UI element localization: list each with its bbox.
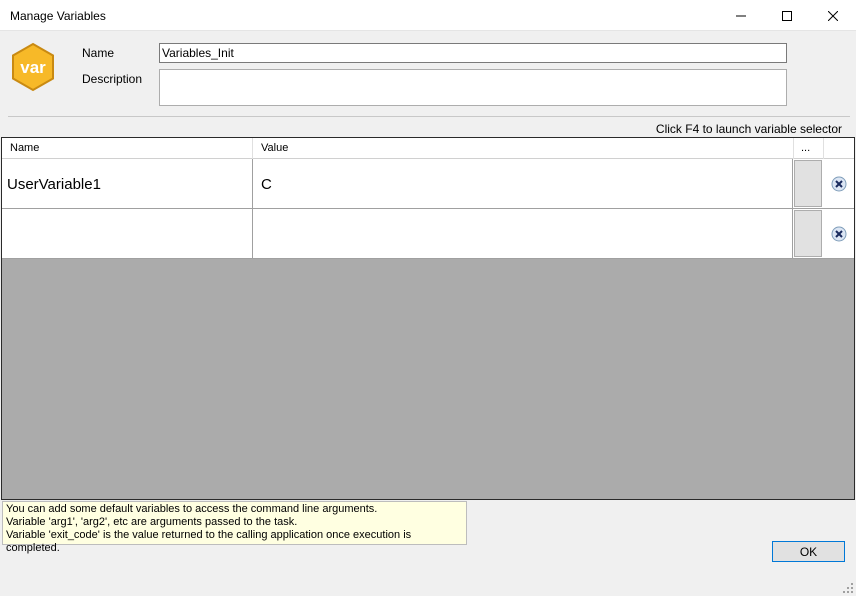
variable-selector-button[interactable] <box>794 210 822 257</box>
variable-name-cell[interactable] <box>2 209 253 258</box>
name-input[interactable] <box>159 43 787 63</box>
variable-value-cell[interactable]: C <box>253 159 793 208</box>
f4-hint: Click F4 to launch variable selector <box>655 122 842 136</box>
delete-icon <box>831 176 847 191</box>
grid-header: Name Value ... <box>2 138 854 159</box>
maximize-button[interactable] <box>764 0 810 31</box>
column-header-selector[interactable]: ... <box>794 138 824 159</box>
delete-icon <box>831 226 847 241</box>
table-row[interactable]: UserVariable1 C <box>2 159 854 209</box>
separator <box>8 116 850 117</box>
variable-name-cell[interactable]: UserVariable1 <box>2 159 253 208</box>
ok-button[interactable]: OK <box>772 541 845 562</box>
description-input[interactable] <box>159 69 787 106</box>
maximize-icon <box>782 10 792 21</box>
variables-grid[interactable]: Name Value ... UserVariable1 C <box>1 137 855 500</box>
variable-selector-button[interactable] <box>794 160 822 207</box>
info-line: You can add some default variables to ac… <box>6 503 378 515</box>
close-icon <box>828 10 838 21</box>
var-logo-icon: var <box>12 42 54 92</box>
table-row[interactable] <box>2 209 854 259</box>
delete-row-button[interactable] <box>824 209 854 258</box>
close-button[interactable] <box>810 0 856 31</box>
variable-value-cell[interactable] <box>253 209 793 258</box>
minimize-icon <box>736 15 746 16</box>
window-title: Manage Variables <box>10 9 106 23</box>
minimize-button[interactable] <box>718 0 764 31</box>
resize-grip-icon[interactable] <box>842 582 854 594</box>
description-label: Description <box>82 72 143 86</box>
title-bar: Manage Variables <box>0 0 856 31</box>
logo-text: var <box>20 58 46 77</box>
info-line: Variable 'arg1', 'arg2', etc are argumen… <box>6 516 298 528</box>
delete-row-button[interactable] <box>824 159 854 208</box>
column-header-value[interactable]: Value <box>253 138 794 159</box>
column-header-name[interactable]: Name <box>2 138 253 159</box>
info-box: You can add some default variables to ac… <box>2 501 467 554</box>
info-line: Variable 'exit_code' is the value return… <box>6 529 412 554</box>
name-label: Name <box>82 46 115 60</box>
